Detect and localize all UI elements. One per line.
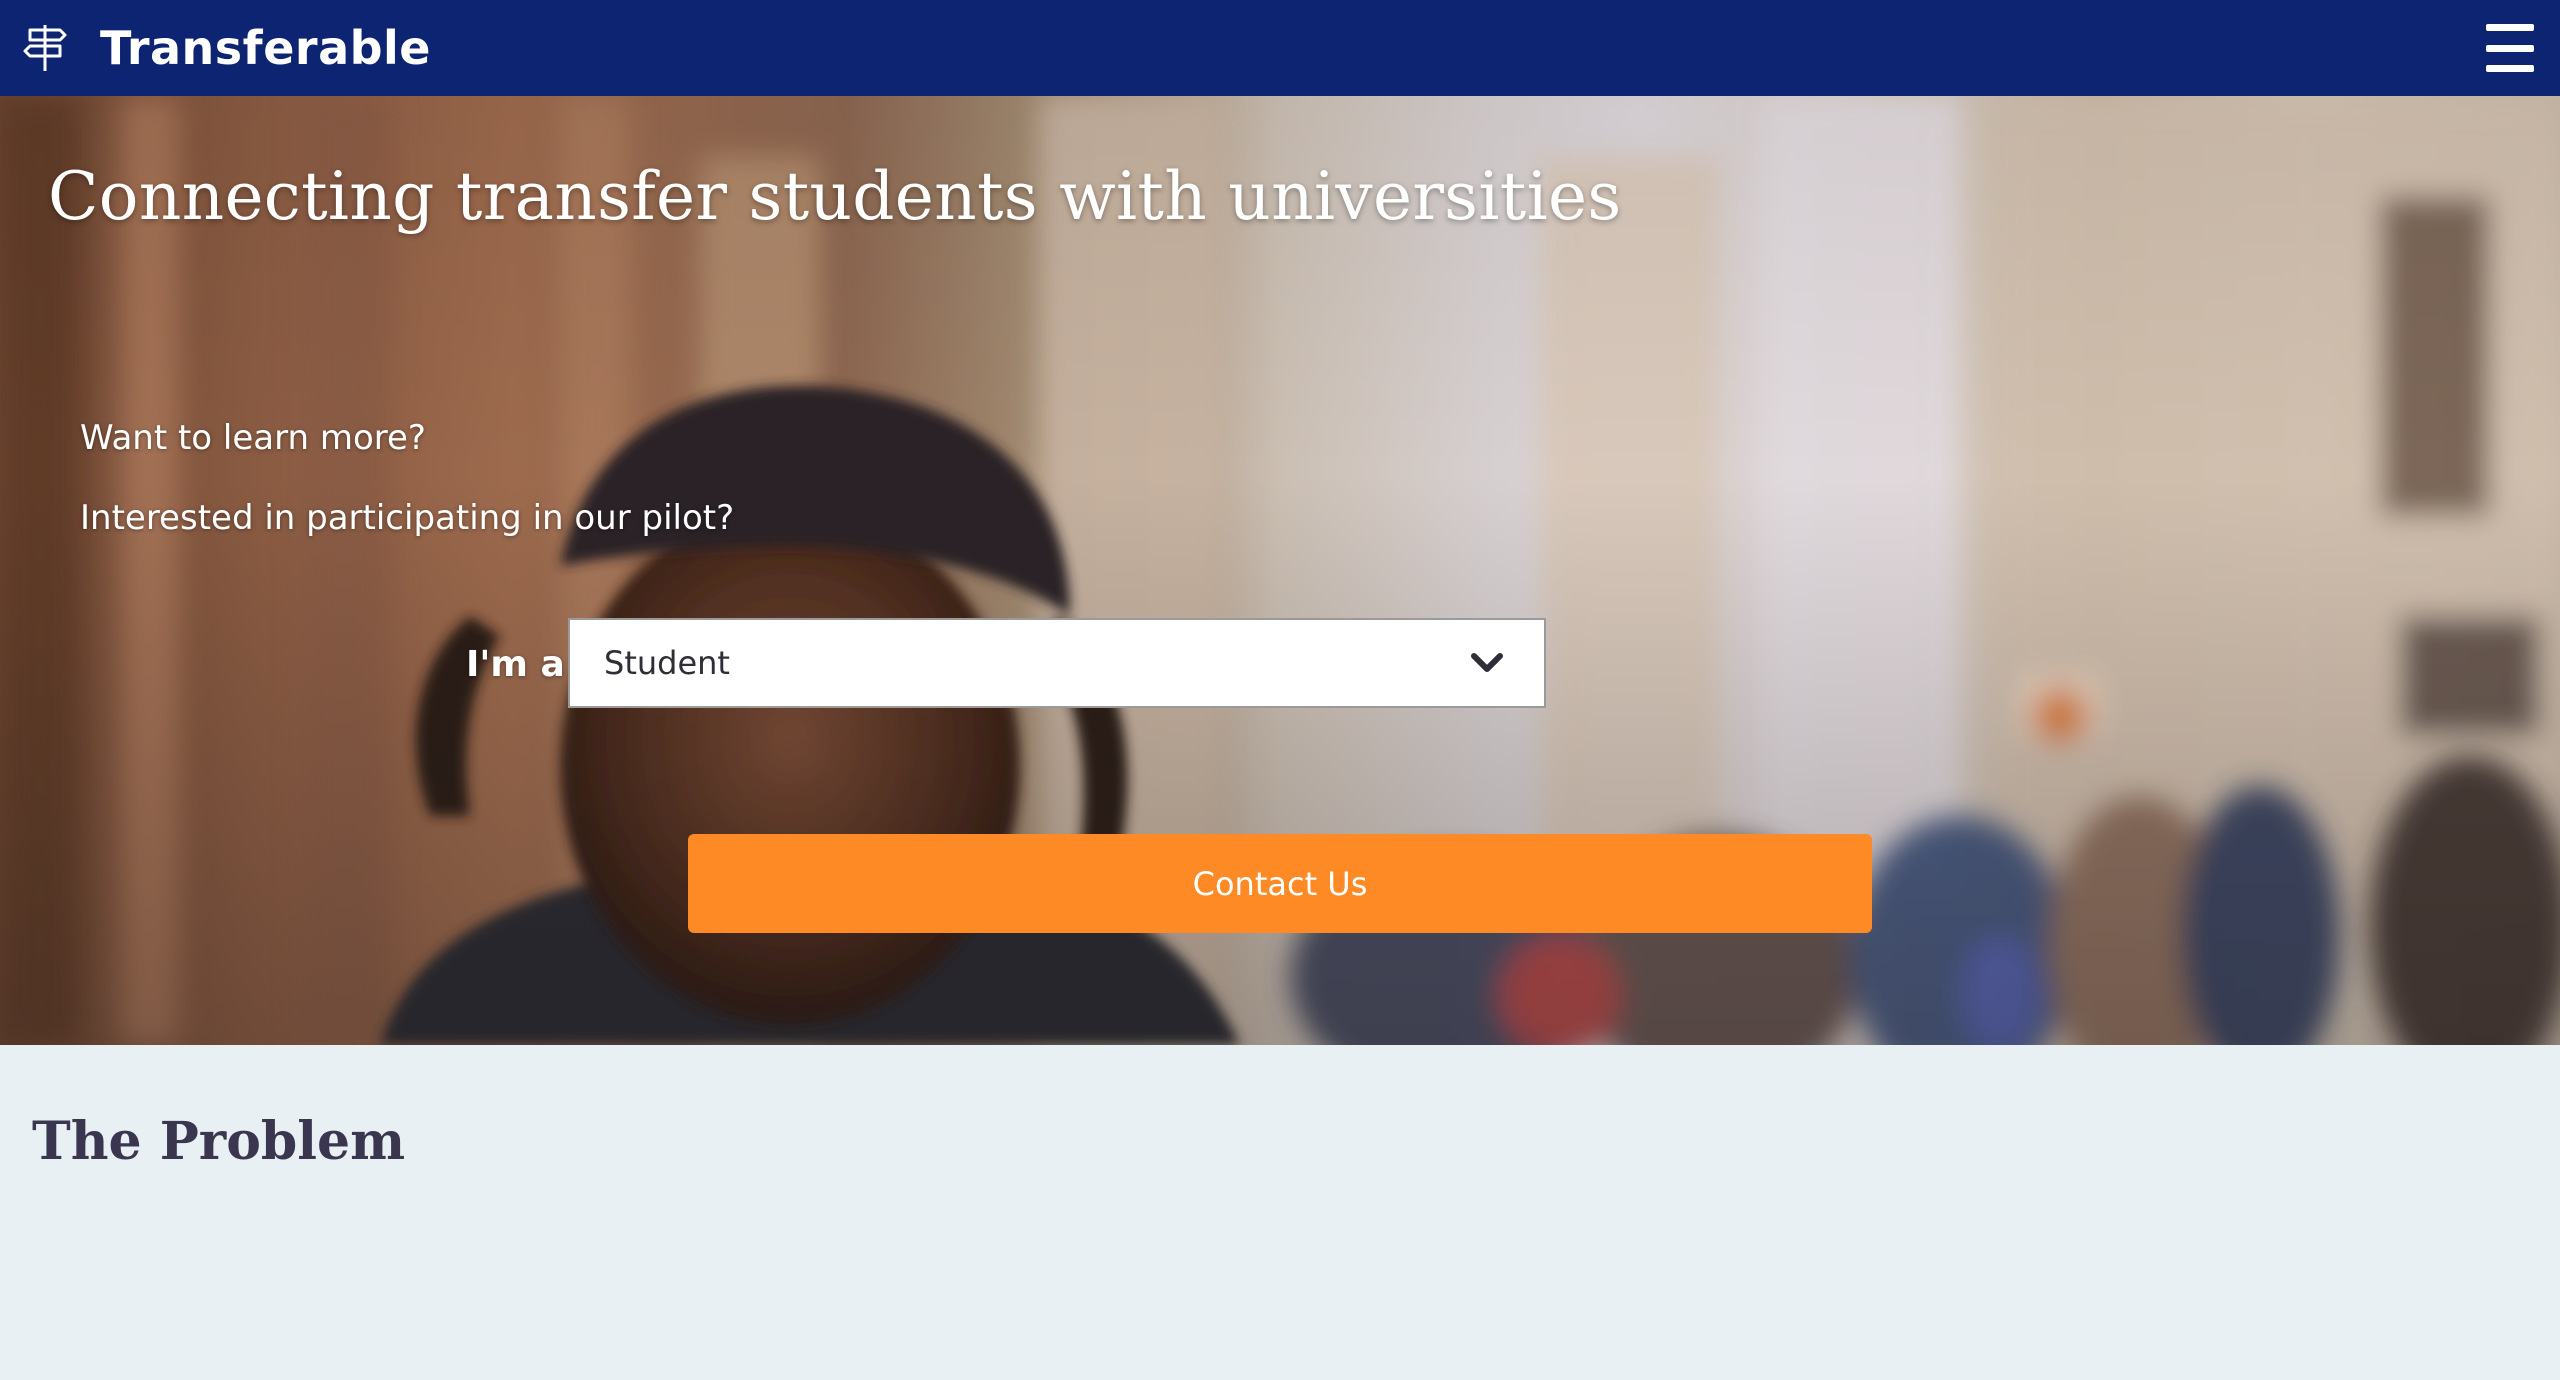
signpost-icon (23, 25, 67, 71)
hero-pilot-text: Interested in participating in our pilot… (80, 498, 735, 538)
role-select-value: Student (604, 644, 730, 682)
brand-link[interactable]: Transferable (18, 16, 431, 80)
menu-bar (2486, 65, 2534, 72)
hero-section: Connecting transfer students with univer… (0, 96, 2560, 1045)
brand-name: Transferable (100, 21, 432, 75)
role-select[interactable]: Student (568, 618, 1546, 708)
problem-section-title: The Problem (32, 1111, 406, 1172)
hero-learn-more-text: Want to learn more? (80, 418, 426, 458)
role-select-label: I'm a (466, 644, 565, 685)
hero-title: Connecting transfer students with univer… (48, 158, 1622, 235)
chevron-down-icon (1471, 653, 1503, 672)
top-navbar: Transferable (0, 0, 2560, 96)
menu-bar (2486, 44, 2534, 52)
menu-bar (2486, 24, 2534, 31)
contact-us-button[interactable]: Contact Us (688, 834, 1872, 933)
hamburger-menu-icon[interactable] (2482, 20, 2538, 76)
problem-section: The Problem (0, 1045, 2560, 1380)
